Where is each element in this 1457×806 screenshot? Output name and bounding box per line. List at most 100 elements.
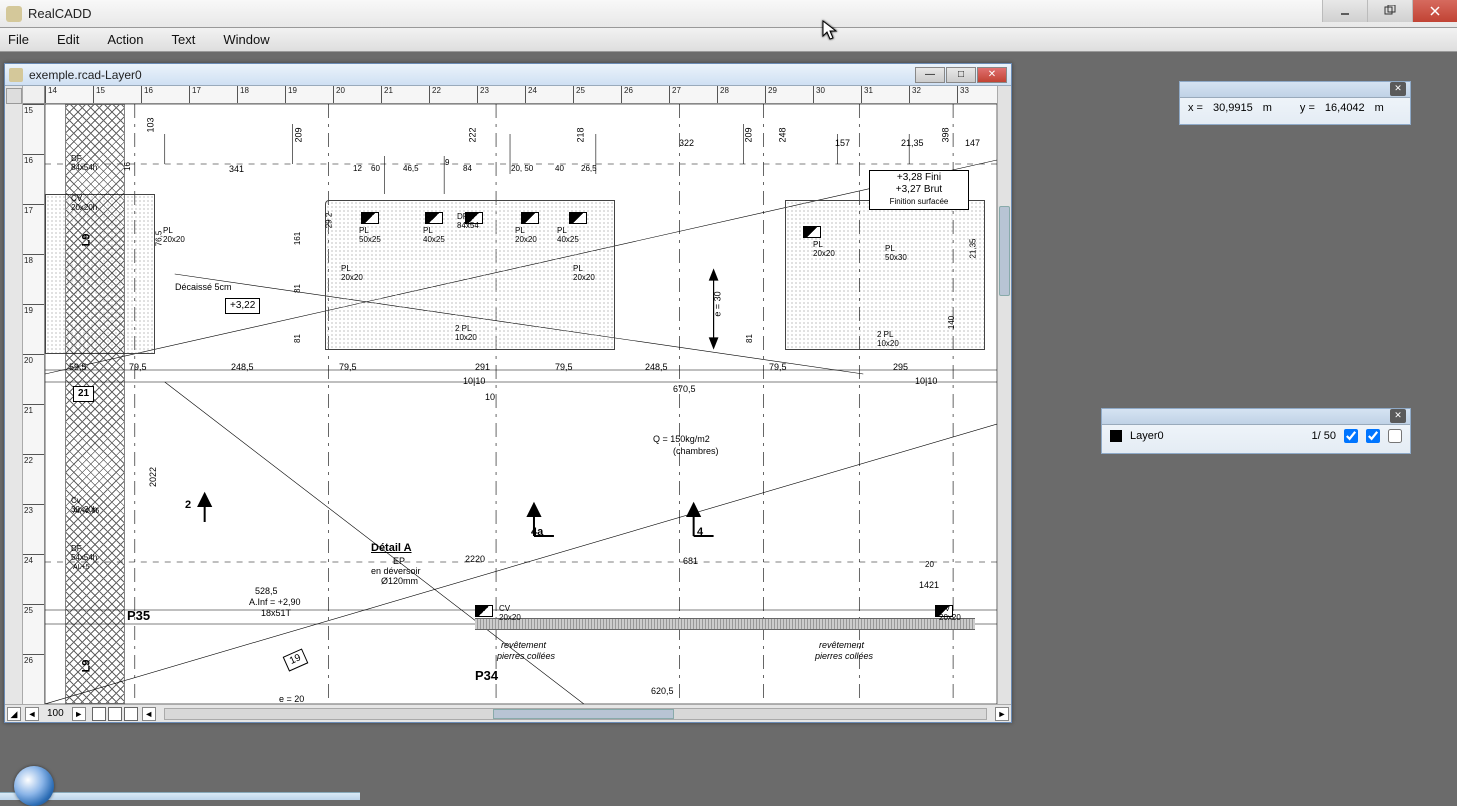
zoom-value[interactable]: 100 (41, 708, 70, 719)
layer-print-checkbox[interactable] (1366, 429, 1380, 443)
ruler-h-tick: 25 (573, 86, 585, 104)
layer-panel[interactable]: ✕ Layer0 1/ 50 (1101, 408, 1411, 454)
pl-tag-3: PL 40x25 (423, 226, 445, 244)
dim-465: 46,5 (403, 164, 419, 173)
val-2485a: 248,5 (231, 362, 254, 372)
close-button[interactable] (1412, 0, 1457, 22)
val-292: 29 2 (324, 213, 333, 229)
ruler-h-tick: 30 (813, 86, 825, 104)
app-title: RealCADD (28, 6, 1451, 21)
val-10: 10 (485, 392, 495, 402)
df-tag-1: DF 84x54 (457, 212, 479, 230)
val-209a: 209 (294, 127, 304, 142)
ruler-h-tick: 19 (285, 86, 297, 104)
menu-action[interactable]: Action (107, 32, 143, 47)
val-20: 20 (925, 560, 934, 569)
ruler-h-tick: 15 (93, 86, 105, 104)
val-765: 76,5 (154, 231, 163, 247)
horizontal-scrollbar[interactable] (164, 708, 987, 720)
ruler-v-tick: 22 (23, 454, 45, 465)
layer-color-swatch[interactable] (1110, 430, 1122, 442)
ruler-h-tick: 29 (765, 86, 777, 104)
coordinate-panel[interactable]: ✕ x = 30,9915 m y = 16,4042 m (1179, 81, 1411, 125)
ep-sub2: Ø120mm (381, 576, 418, 586)
layer-row[interactable]: Layer0 1/ 50 (1102, 425, 1410, 447)
ruler-v-tick: 18 (23, 254, 45, 265)
taskbar (0, 792, 360, 800)
ruler-h-tick: 22 (429, 86, 441, 104)
layer-close-icon[interactable]: ✕ (1390, 409, 1406, 423)
hscroll-left-button[interactable]: ◄ (142, 707, 156, 721)
mark-4: 4 (697, 526, 703, 538)
zoom-prev-button[interactable]: ◄ (25, 707, 39, 721)
coord-close-icon[interactable]: ✕ (1390, 82, 1406, 96)
minimize-button[interactable] (1322, 0, 1367, 22)
pl-tag-1: PL 20x20 (163, 226, 185, 244)
ai-5: AI.+5 (73, 564, 90, 571)
mark-4a: 4a (531, 526, 543, 538)
dim-2050: 20, 50 (511, 164, 533, 173)
detail-a-label: Détail A (371, 542, 412, 554)
menubar: File Edit Action Text Window (0, 28, 1457, 52)
drawing-canvas[interactable]: +3,22 +3,28 Fini +3,27 Brut Finition sur… (45, 104, 997, 704)
ruler-v-tick: 16 (23, 154, 45, 165)
val-147: 147 (965, 138, 980, 148)
layer-lock-checkbox[interactable] (1388, 429, 1402, 443)
view-mode-icon-3[interactable] (124, 707, 138, 721)
val-209b: 209 (744, 127, 754, 142)
val-16: 16 (123, 162, 132, 171)
view-mode-icon-1[interactable] (92, 707, 106, 721)
document-titlebar[interactable]: exemple.rcad-Layer0 — □ ✕ (5, 64, 1011, 86)
ruler-h-tick: 32 (909, 86, 921, 104)
layer-visible-checkbox[interactable] (1344, 429, 1358, 443)
val-1010b: 10|10 (915, 376, 937, 386)
ruler-h-tick: 17 (189, 86, 201, 104)
val-6205: 620,5 (651, 686, 674, 696)
p34-label: P34 (475, 668, 498, 683)
horizontal-scrollbar-thumb[interactable] (493, 709, 674, 719)
hscroll-right-button[interactable]: ► (995, 707, 1009, 721)
mark-2: 2 (185, 499, 191, 511)
tool-button[interactable] (6, 88, 22, 104)
menu-window[interactable]: Window (223, 32, 269, 47)
dim-84: 84 (463, 164, 472, 173)
doc-minimize-button[interactable]: — (915, 67, 945, 83)
cv-tag-2: CV 20x20 (939, 604, 961, 622)
view-mode-icon-2[interactable] (108, 707, 122, 721)
val-595: 59,5 (69, 362, 87, 372)
vertical-scrollbar[interactable] (997, 86, 1011, 704)
zoom-next-button[interactable]: ► (72, 707, 86, 721)
ruler-h-tick: 20 (333, 86, 345, 104)
vertical-ruler[interactable]: 151617181920212223242526 (23, 104, 45, 704)
a-inf: A.Inf = +2,90 (249, 597, 301, 607)
ruler-toggle-icon[interactable]: ◢ (7, 707, 21, 721)
horizontal-ruler[interactable]: 1415161718192021222324252627282930313233 (45, 86, 997, 104)
ruler-h-tick: 31 (861, 86, 873, 104)
ruler-h-tick: 33 (957, 86, 969, 104)
doc-maximize-button[interactable]: □ (946, 67, 976, 83)
p35-label: P35 (127, 608, 150, 623)
maximize-button[interactable] (1367, 0, 1412, 22)
pl-tag-4: PL 20x20 (515, 226, 537, 244)
vertical-scrollbar-thumb[interactable] (999, 206, 1010, 296)
val-81a: 81 (293, 284, 302, 293)
menu-edit[interactable]: Edit (57, 32, 79, 47)
val-81b: 81 (293, 334, 302, 343)
dim-18x51: 18x51T (261, 608, 291, 618)
val-795c: 79,5 (555, 362, 573, 372)
fini-box: +3,28 Fini +3,27 Brut Finition surfacée (869, 170, 969, 210)
ep-sub1: en déversoir (371, 566, 421, 576)
menu-file[interactable]: File (8, 32, 29, 47)
df-84x54h: DF 84x54h (71, 154, 97, 172)
val-341: 341 (229, 164, 244, 174)
val-218: 218 (576, 127, 586, 142)
val-2022: 2022 (148, 467, 158, 487)
q-sub: (chambres) (673, 446, 719, 456)
menu-text[interactable]: Text (172, 32, 196, 47)
start-orb-icon[interactable] (14, 766, 54, 806)
val-e20: e = 20 (279, 694, 304, 704)
doc-close-button[interactable]: ✕ (977, 67, 1007, 83)
pl-tag-9: PL 50x30 (885, 244, 907, 262)
val-103: 103 (146, 117, 156, 132)
document-statusbar: ◢ ◄ 100 ► ◄ ► (5, 704, 1011, 722)
